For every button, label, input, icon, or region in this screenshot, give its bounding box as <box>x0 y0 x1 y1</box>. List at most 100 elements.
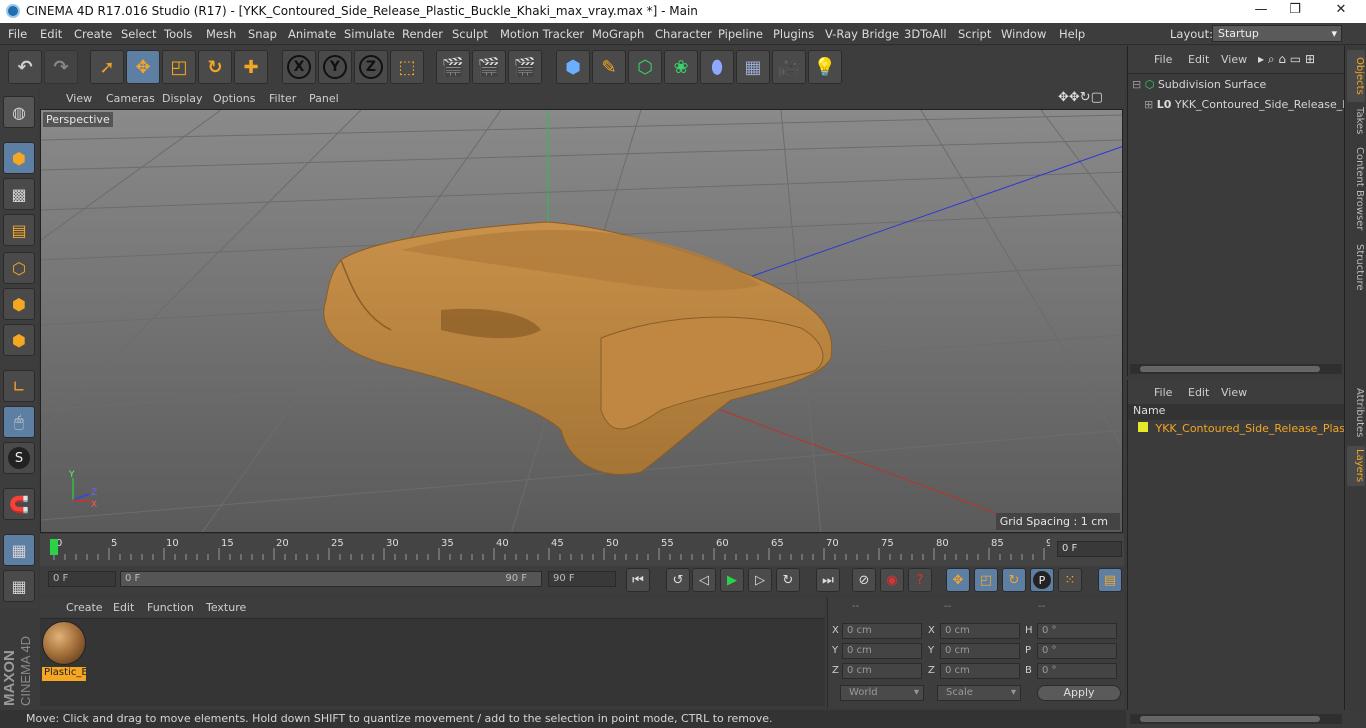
tab-structure[interactable]: Structure <box>1347 240 1365 294</box>
timeline-ruler[interactable]: 051015202530354045505560657075808590 0 F <box>40 534 1124 566</box>
previous-key-button[interactable]: ↺ <box>666 568 690 592</box>
position-y-field[interactable]: 0 cm <box>842 643 922 659</box>
frame-range-slider[interactable]: 0 F 90 F <box>120 571 542 587</box>
menu-select[interactable]: Select <box>121 27 156 41</box>
layer-menu-view[interactable]: View <box>1221 386 1247 399</box>
object-row-ykk-buckle[interactable]: ⊞ L0 YKK_Contoured_Side_Release_Pla <box>1144 98 1359 111</box>
object-menu-edit[interactable]: Edit <box>1188 53 1209 66</box>
object-menu-view[interactable]: View <box>1221 53 1247 66</box>
menu-render[interactable]: Render <box>402 27 443 41</box>
scrollbar-thumb[interactable] <box>1140 716 1320 722</box>
viewport-menu-display[interactable]: Display <box>162 92 203 105</box>
menu-vray-bridge[interactable]: V-Ray Bridge <box>825 27 899 41</box>
add-cloner-button[interactable]: ❀ <box>664 50 698 84</box>
menu-plugins[interactable]: Plugins <box>773 27 814 41</box>
add-subdivision-button[interactable]: ⬡ <box>628 50 662 84</box>
render-view-button[interactable]: 🎬 <box>436 50 470 84</box>
menu-mesh[interactable]: Mesh <box>206 27 236 41</box>
rotation-b-field[interactable]: 0 ° <box>1037 663 1117 679</box>
position-x-field[interactable]: 0 cm <box>842 623 922 639</box>
menu-window[interactable]: Window <box>1001 27 1046 41</box>
layer-row-ykk[interactable]: YKK_Contoured_Side_Release_Plas <box>1138 422 1345 435</box>
layer-manager-scrollbar[interactable] <box>1130 714 1342 724</box>
coordinate-space-dropdown[interactable]: World ▾ <box>840 685 924 701</box>
go-to-end-button[interactable]: ⏭ <box>816 568 840 592</box>
undo-button[interactable]: ↶ <box>8 50 42 84</box>
points-mode-button[interactable]: ⬡ <box>3 252 35 284</box>
move-tool-button[interactable]: ✥ <box>126 50 160 84</box>
size-y-field[interactable]: 0 cm <box>940 643 1020 659</box>
start-frame-field[interactable]: 0 F <box>48 571 116 587</box>
model-mode-button[interactable]: ⬢ <box>3 142 35 174</box>
viewport-menu-filter[interactable]: Filter <box>269 92 296 105</box>
z-axis-button[interactable]: Z <box>354 50 388 84</box>
scale-tool-button[interactable]: ◰ <box>162 50 196 84</box>
key-scale-button[interactable]: ◰ <box>974 568 998 592</box>
add-spline-button[interactable]: ✎ <box>592 50 626 84</box>
object-menu-file[interactable]: File <box>1154 53 1172 66</box>
material-menu-texture[interactable]: Texture <box>206 601 246 614</box>
material-menu-create[interactable]: Create <box>66 601 103 614</box>
x-axis-button[interactable]: X <box>282 50 316 84</box>
menu-file[interactable]: File <box>8 27 27 41</box>
next-key-button[interactable]: ↻ <box>776 568 800 592</box>
coordinate-system-button[interactable]: ⬚ <box>390 50 424 84</box>
y-axis-button[interactable]: Y <box>318 50 352 84</box>
menu-sculpt[interactable]: Sculpt <box>452 27 488 41</box>
maximize-button[interactable]: ❐ <box>1280 2 1310 20</box>
magnet-button[interactable]: 🧲 <box>3 488 35 520</box>
menu-help[interactable]: Help <box>1059 27 1085 41</box>
menu-pipeline[interactable]: Pipeline <box>718 27 763 41</box>
object-manager-scrollbar[interactable] <box>1130 364 1342 374</box>
key-position-button[interactable]: ✥ <box>946 568 970 592</box>
polygons-mode-button[interactable]: ⬢ <box>3 324 35 356</box>
minimize-button[interactable]: — <box>1246 2 1276 20</box>
viewport-menu-panel[interactable]: Panel <box>309 92 339 105</box>
play-button[interactable]: ▶ <box>720 568 744 592</box>
menu-tools[interactable]: Tools <box>164 27 192 41</box>
viewport-menu-cameras[interactable]: Cameras <box>106 92 155 105</box>
menu-simulate[interactable]: Simulate <box>344 27 395 41</box>
keyframe-selection-button[interactable]: ? <box>908 568 932 592</box>
menu-motion-tracker[interactable]: Motion Tracker <box>500 27 584 41</box>
axis-mode-button[interactable]: ∟ <box>3 370 35 402</box>
scrollbar-thumb[interactable] <box>1140 366 1320 372</box>
menu-3dtoall[interactable]: 3DToAll <box>904 27 947 41</box>
apply-button[interactable]: Apply <box>1037 685 1121 701</box>
render-to-picture-viewer-button[interactable]: 🎬 <box>472 50 506 84</box>
go-to-start-button[interactable]: ⏮ <box>626 568 650 592</box>
render-settings-button[interactable]: 🎬 <box>508 50 542 84</box>
menu-snap[interactable]: Snap <box>248 27 277 41</box>
add-camera-button[interactable]: 🎥 <box>772 50 806 84</box>
timeline-window-button[interactable]: ▤ <box>1098 568 1122 592</box>
menu-mograph[interactable]: MoGraph <box>592 27 644 41</box>
redo-button[interactable]: ↷ <box>44 50 78 84</box>
tab-attributes[interactable]: Attributes <box>1347 384 1365 442</box>
end-frame-field[interactable]: 90 F <box>548 571 616 587</box>
add-floor-button[interactable]: ▦ <box>736 50 770 84</box>
viewport-nav-icons[interactable]: ✥✥↻▢ <box>1058 90 1103 105</box>
make-editable-button[interactable]: ◍ <box>3 96 35 128</box>
material-swatch[interactable]: Plastic_E <box>42 621 86 681</box>
rotation-h-field[interactable]: 0 ° <box>1037 623 1117 639</box>
size-z-field[interactable]: 0 cm <box>940 663 1020 679</box>
snap-button[interactable]: S <box>3 442 35 474</box>
tab-objects[interactable]: Objects <box>1347 50 1365 102</box>
rotate-tool-button[interactable]: ↻ <box>198 50 232 84</box>
workplane-lock-button[interactable]: ▦ <box>3 534 35 566</box>
record-keys-button[interactable]: ⊘ <box>852 568 876 592</box>
key-parameter-button[interactable]: P <box>1030 568 1054 592</box>
3d-viewport[interactable]: Y Z X Perspective Grid Spacing : 1 cm <box>40 109 1123 533</box>
add-deformer-button[interactable]: ⬮ <box>700 50 734 84</box>
tab-layers[interactable]: Layers <box>1347 446 1365 486</box>
close-button[interactable]: ✕ <box>1326 2 1356 20</box>
rotation-p-field[interactable]: 0 ° <box>1037 643 1117 659</box>
object-row-subdivision-surface[interactable]: ⊟ ⬡ Subdivision Surface <box>1132 78 1266 91</box>
previous-frame-button[interactable]: ◁ <box>692 568 716 592</box>
tweak-mode-button[interactable]: 🖱 <box>3 406 35 438</box>
menu-edit[interactable]: Edit <box>40 27 62 41</box>
viewport-menu-options[interactable]: Options <box>213 92 255 105</box>
add-cube-button[interactable]: ⬢ <box>556 50 590 84</box>
edges-mode-button[interactable]: ⬢ <box>3 288 35 320</box>
tab-content-browser[interactable]: Content Browser <box>1347 144 1365 234</box>
